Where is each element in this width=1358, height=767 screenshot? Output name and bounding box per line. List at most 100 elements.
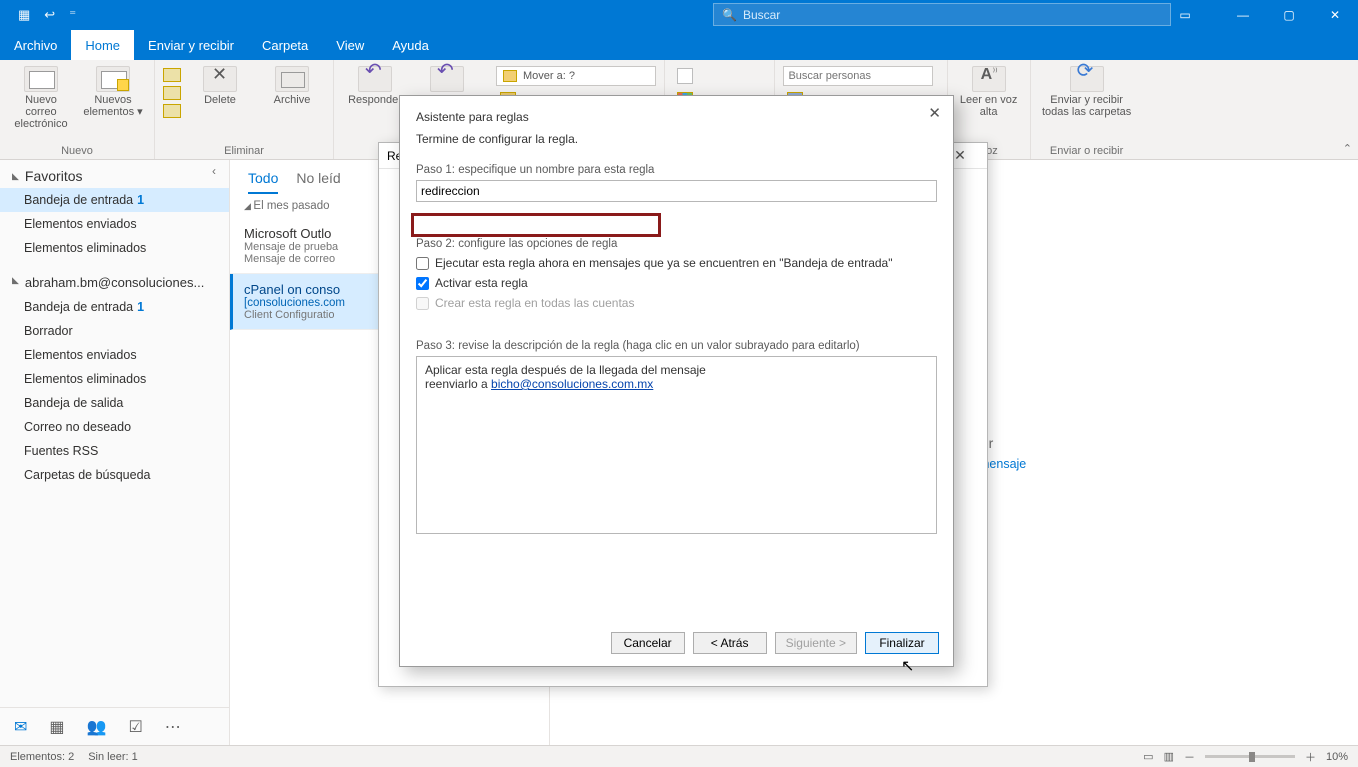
status-item-count: Elementos: 2 <box>10 751 74 763</box>
wizard-subtitle: Termine de configurar la regla. <box>416 132 937 146</box>
unread-button[interactable] <box>673 66 697 86</box>
new-mail-button[interactable]: Nuevo correo electrónico <box>8 66 74 130</box>
finish-button[interactable]: Finalizar <box>865 632 939 654</box>
search-icon: 🔍 <box>722 8 737 22</box>
send-receive-button[interactable]: Enviar y recibir todas las carpetas <box>1039 66 1135 118</box>
qat: ▦ ↩ ⁼ <box>0 7 76 23</box>
read-aloud-button[interactable]: Leer en voz alta <box>956 66 1022 118</box>
favorites-header[interactable]: Favoritos <box>0 160 229 188</box>
tab-ayuda[interactable]: Ayuda <box>378 30 443 60</box>
step1-label: Paso 1: especifique un nombre para esta … <box>416 164 937 176</box>
nav-sent-2[interactable]: Elementos enviados <box>0 343 229 367</box>
nav-search-folders[interactable]: Carpetas de búsqueda <box>0 463 229 487</box>
rule-description-box: Aplicar esta regla después de la llegada… <box>416 356 937 534</box>
status-bar: Elementos: 2 Sin leer: 1 ▭ ▥ － ＋ 10% <box>0 745 1358 767</box>
zoom-level: 10% <box>1326 751 1348 763</box>
nav-sent[interactable]: Elementos enviados <box>0 212 229 236</box>
nav-inbox-2[interactable]: Bandeja de entrada1 <box>0 295 229 319</box>
nav-rss[interactable]: Fuentes RSS <box>0 439 229 463</box>
recipient-link[interactable]: bicho@consoluciones.com.mx <box>491 377 653 391</box>
qat-more-icon[interactable]: ⁼ <box>69 7 76 23</box>
view-reading-icon[interactable]: ▥ <box>1164 750 1174 763</box>
close-icon[interactable]: ✕ <box>922 102 947 124</box>
cleanup-buttons[interactable] <box>163 66 181 118</box>
step3-label: Paso 3: revise la descripción de la regl… <box>416 340 937 352</box>
checkbox-run-now[interactable] <box>416 257 429 270</box>
send-receive-label: Enviar y recibir todas las carpetas <box>1039 94 1135 118</box>
new-mail-label: Nuevo correo electrónico <box>8 94 74 130</box>
people-module-icon[interactable]: 👥 <box>87 717 107 737</box>
collapse-nav-icon[interactable]: ‹ <box>212 164 216 178</box>
opt-all-accounts: Crear esta regla en todas las cuentas <box>416 296 937 310</box>
nav-inbox[interactable]: Bandeja de entrada1 <box>0 188 229 212</box>
nav-outbox[interactable]: Bandeja de salida <box>0 391 229 415</box>
nav-drafts[interactable]: Borrador <box>0 319 229 343</box>
opt-run-now[interactable]: Ejecutar esta regla ahora en mensajes qu… <box>416 256 937 270</box>
undo-icon[interactable]: ↩ <box>44 7 55 23</box>
window-titlebar: ▦ ↩ ⁼ 🔍 ▭ — ▢ ✕ <box>0 0 1358 30</box>
nav-deleted[interactable]: Elementos eliminados <box>0 236 229 260</box>
envelope-icon <box>677 68 693 84</box>
folder-nav: ‹ Favoritos Bandeja de entrada1 Elemento… <box>0 160 230 745</box>
delete-button[interactable]: Delete <box>187 66 253 106</box>
desc-line-1: Aplicar esta regla después de la llegada… <box>425 363 928 377</box>
tab-view[interactable]: View <box>322 30 378 60</box>
group-label-enviar: Enviar o recibir <box>1050 143 1123 159</box>
tab-no-leidos[interactable]: No leíd <box>296 170 340 194</box>
ribbon-display-icon[interactable]: ▭ <box>1162 0 1208 30</box>
delete-label: Delete <box>204 94 236 106</box>
nav-junk[interactable]: Correo no deseado <box>0 415 229 439</box>
collapse-ribbon-icon[interactable]: ⌃ <box>1343 142 1352 155</box>
zoom-out-icon[interactable]: － <box>1184 749 1195 765</box>
next-button: Siguiente > <box>775 632 857 654</box>
search-people-input[interactable] <box>783 66 933 86</box>
minimize-button[interactable]: — <box>1220 0 1266 30</box>
window-controls: — ▢ ✕ <box>1220 0 1358 30</box>
zoom-slider[interactable] <box>1205 755 1295 758</box>
nav-deleted-2[interactable]: Elementos eliminados <box>0 367 229 391</box>
ribbon-group-nuevo: Nuevo correo electrónico Nuevos elemento… <box>0 60 155 159</box>
ribbon-group-eliminar: Delete Archive Eliminar <box>155 60 334 159</box>
tab-home[interactable]: Home <box>71 30 134 60</box>
group-label-nuevo: Nuevo <box>61 143 93 159</box>
ribbon-group-enviar-recibir: Enviar y recibir todas las carpetas Envi… <box>1031 60 1143 159</box>
quickstep-mover[interactable]: Mover a: ? <box>496 66 656 86</box>
maximize-button[interactable]: ▢ <box>1266 0 1312 30</box>
opt-activate[interactable]: Activar esta regla <box>416 276 937 290</box>
group-label-eliminar: Eliminar <box>224 143 264 159</box>
cancel-button[interactable]: Cancelar <box>611 632 685 654</box>
checkbox-all-accounts <box>416 297 429 310</box>
archive-button[interactable]: Archive <box>259 66 325 106</box>
zoom-in-icon[interactable]: ＋ <box>1305 749 1316 765</box>
tab-todo[interactable]: Todo <box>248 170 278 194</box>
tab-archivo[interactable]: Archivo <box>0 30 71 60</box>
step2-label: Paso 2: configure las opciones de regla <box>416 238 937 250</box>
tab-carpeta[interactable]: Carpeta <box>248 30 322 60</box>
nav-footer: ✉ ▦ 👥 ☑ ⋯ <box>0 707 229 745</box>
close-button[interactable]: ✕ <box>1312 0 1358 30</box>
search-input[interactable] <box>743 8 1162 22</box>
nav-account[interactable]: abraham.bm@consoluciones... <box>0 270 229 295</box>
tasks-module-icon[interactable]: ☑ <box>128 717 142 737</box>
calendar-module-icon[interactable]: ▦ <box>49 717 64 737</box>
wizard-title: Asistente para reglas <box>416 110 937 124</box>
view-normal-icon[interactable]: ▭ <box>1143 750 1153 763</box>
new-items-button[interactable]: Nuevos elementos ▾ <box>80 66 146 118</box>
new-items-label: Nuevos elementos ▾ <box>80 94 146 118</box>
archive-label: Archive <box>274 94 311 106</box>
folder-icon <box>503 70 517 82</box>
mail-module-icon[interactable]: ✉ <box>14 717 27 737</box>
rules-wizard-dialog: ✕ Asistente para reglas Termine de confi… <box>399 95 954 667</box>
rule-name-input[interactable] <box>416 180 937 202</box>
global-search[interactable]: 🔍 <box>713 3 1171 26</box>
more-modules-icon[interactable]: ⋯ <box>165 717 181 737</box>
status-unread: Sin leer: 1 <box>88 751 138 763</box>
desc-line-2: reenviarlo a bicho@consoluciones.com.mx <box>425 377 928 391</box>
outlook-icon: ▦ <box>18 7 30 23</box>
reply-label: Responder <box>348 94 402 106</box>
wizard-buttons: Cancelar < Atrás Siguiente > Finalizar <box>611 632 939 654</box>
tab-enviar-recibir[interactable]: Enviar y recibir <box>134 30 248 60</box>
back-button[interactable]: < Atrás <box>693 632 767 654</box>
read-aloud-label: Leer en voz alta <box>956 94 1022 118</box>
checkbox-activate[interactable] <box>416 277 429 290</box>
